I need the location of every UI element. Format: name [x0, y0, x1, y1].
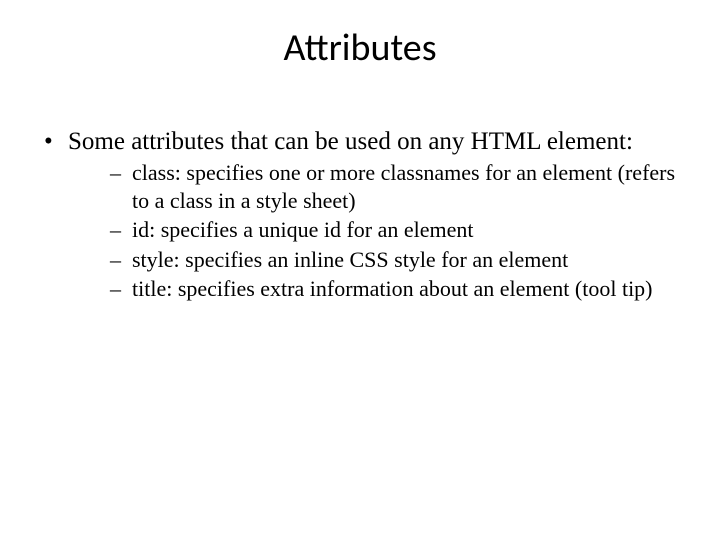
slide-title: Attributes: [40, 25, 680, 71]
attribute-list: class: specifies one or more classnames …: [110, 159, 680, 303]
list-item: id: specifies a unique id for an element: [110, 216, 680, 244]
list-item: title: specifies extra information about…: [110, 275, 680, 303]
list-item: class: specifies one or more classnames …: [110, 159, 680, 214]
intro-bullet: Some attributes that can be used on any …: [40, 126, 680, 303]
list-item: style: specifies an inline CSS style for…: [110, 246, 680, 274]
intro-text: Some attributes that can be used on any …: [68, 128, 633, 155]
